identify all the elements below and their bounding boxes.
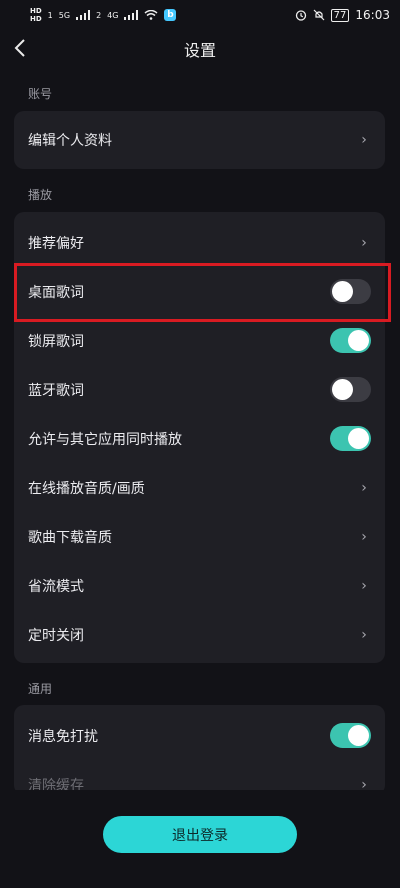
- page-title: 设置: [183, 41, 216, 60]
- network-4g-label: 4G: [107, 10, 119, 20]
- edit-profile-row[interactable]: 编辑个人资料 ›: [14, 111, 385, 169]
- top-bar: 设置: [0, 30, 400, 68]
- toggle-knob: [348, 725, 369, 746]
- row-label: 歌曲下载音质: [28, 529, 112, 546]
- section-label-account: 账号: [28, 87, 53, 101]
- section-label-general: 通用: [28, 682, 53, 696]
- sleep-timer-row[interactable]: 定时关闭 ›: [14, 610, 385, 659]
- playback-card: 推荐偏好 › 桌面歌词 锁屏歌词 蓝牙歌词 允许与其它应用同时播放 在线播放音质…: [14, 212, 385, 663]
- row-label: 消息免打扰: [28, 728, 98, 745]
- mute-bell-icon: [313, 9, 325, 21]
- signal-icon: [76, 10, 91, 20]
- row-label: 推荐偏好: [28, 235, 84, 252]
- toggle-knob: [348, 330, 369, 351]
- row-label: 允许与其它应用同时播放: [28, 431, 182, 448]
- section-label-playback: 播放: [28, 188, 53, 202]
- bluetooth-lyrics-toggle[interactable]: [330, 377, 371, 402]
- toggle-knob: [332, 379, 353, 400]
- recommend-preference-row[interactable]: 推荐偏好 ›: [14, 218, 385, 267]
- chevron-right-icon: ›: [361, 528, 367, 545]
- download-quality-row[interactable]: 歌曲下载音质 ›: [14, 512, 385, 561]
- row-label: 定时关闭: [28, 627, 84, 644]
- sim2-label: 2: [96, 10, 102, 20]
- status-time: 16:03: [355, 8, 390, 22]
- chevron-right-icon: ›: [361, 132, 367, 148]
- logout-button[interactable]: 退出登录: [103, 816, 297, 853]
- network-5g-label: 5G: [58, 10, 71, 20]
- wifi-icon: [144, 10, 158, 20]
- lockscreen-lyrics-toggle[interactable]: [330, 328, 371, 353]
- row-label: 在线播放音质/画质: [28, 480, 145, 497]
- general-card: 消息免打扰 清除缓存 ›: [14, 705, 385, 795]
- desktop-lyrics-row: 桌面歌词: [14, 267, 385, 316]
- desktop-lyrics-toggle[interactable]: [330, 279, 371, 304]
- toggle-knob: [332, 281, 353, 302]
- hd-indicator: HD HD: [30, 7, 42, 23]
- toggle-knob: [348, 428, 369, 449]
- do-not-disturb-row: 消息免打扰: [14, 711, 385, 760]
- bluetooth-lyrics-row: 蓝牙歌词: [14, 365, 385, 414]
- chevron-right-icon: ›: [361, 479, 367, 496]
- row-label: 省流模式: [28, 578, 84, 595]
- account-card: 编辑个人资料 ›: [14, 111, 385, 169]
- row-label: 桌面歌词: [28, 284, 84, 301]
- chevron-right-icon: ›: [361, 577, 367, 594]
- footer: 退出登录: [0, 790, 400, 888]
- lockscreen-lyrics-row: 锁屏歌词: [14, 316, 385, 365]
- do-not-disturb-toggle[interactable]: [330, 723, 371, 748]
- online-quality-row[interactable]: 在线播放音质/画质 ›: [14, 463, 385, 512]
- chevron-right-icon: ›: [361, 626, 367, 643]
- status-bar: HD HD 1 5G 2 4G b 77 16:03: [0, 0, 400, 30]
- data-saver-row[interactable]: 省流模式 ›: [14, 561, 385, 610]
- chevron-left-icon: [14, 39, 25, 57]
- mix-playback-row: 允许与其它应用同时播放: [14, 414, 385, 463]
- signal-icon-2: [124, 10, 139, 20]
- row-label: 锁屏歌词: [28, 333, 84, 350]
- back-button[interactable]: [8, 36, 32, 60]
- alarm-icon: [295, 10, 306, 21]
- chevron-right-icon: ›: [361, 234, 367, 251]
- row-label: 蓝牙歌词: [28, 382, 84, 399]
- battery-level: 77: [330, 8, 350, 22]
- mix-playback-toggle[interactable]: [330, 426, 371, 451]
- row-label: 编辑个人资料: [28, 133, 112, 149]
- sim1-label: 1: [47, 10, 53, 20]
- app-notification-icon: b: [164, 9, 177, 21]
